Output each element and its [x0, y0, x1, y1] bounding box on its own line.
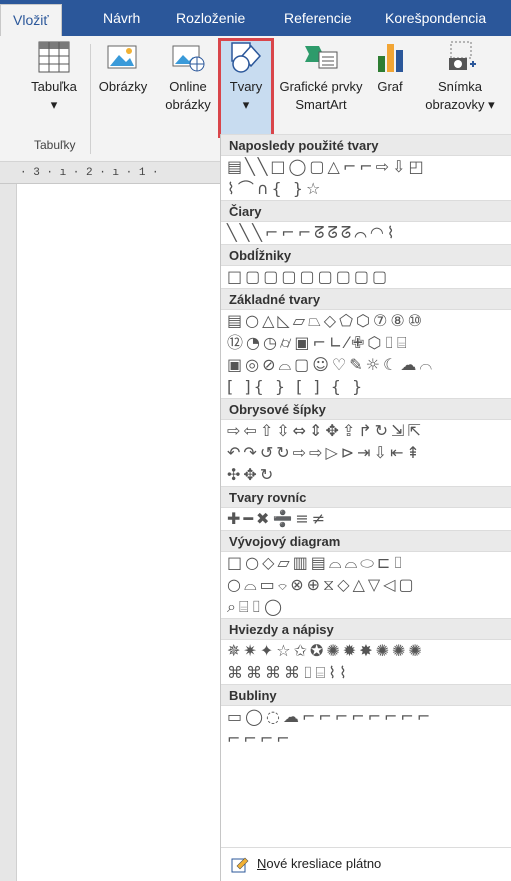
- shape-row[interactable]: ✵✷✦☆✩✪✺✹✸✺✺✺: [221, 640, 511, 662]
- shape-row[interactable]: ⌐⌐⌐⌐: [221, 728, 511, 750]
- shapes-dropdown: ▾: [242, 97, 250, 112]
- section-callouts: Bubliny: [221, 684, 511, 706]
- document-canvas: [0, 184, 220, 881]
- tab-navrh[interactable]: Návrh: [103, 0, 140, 36]
- drawing-canvas-icon: [231, 857, 249, 873]
- group-separator: [90, 44, 91, 154]
- picture-icon: [107, 45, 137, 69]
- horizontal-ruler: · 3 · ı · 2 · ı · 1 ·: [0, 162, 220, 184]
- screenshot-label: Snímka: [437, 79, 483, 94]
- screenshot-sub: obrazovky ▾: [425, 97, 495, 112]
- online-pictures-button[interactable]: Online obrázky: [158, 40, 218, 114]
- section-block-arrows: Obrysové šípky: [221, 398, 511, 420]
- shape-row[interactable]: ▤╲╲□◯▢△⌐⌐⇨⇩◰: [221, 156, 511, 178]
- document-page[interactable]: [16, 184, 220, 881]
- footer-label: ové kresliace plátno: [266, 856, 382, 871]
- group-label-tables: Tabuľky: [34, 138, 76, 152]
- screenshot-button[interactable]: Snímka obrazovky ▾: [418, 40, 502, 114]
- shape-row[interactable]: ⌕⌸⌷◯: [221, 596, 511, 618]
- shape-row[interactable]: □▢▢▢▢▢▢▢▢: [221, 266, 511, 288]
- section-equation-shapes: Tvary rovníc: [221, 486, 511, 508]
- shapes-button[interactable]: Tvary ▾: [221, 40, 271, 114]
- chart-label: Graf: [377, 79, 403, 94]
- shape-row[interactable]: □○◇▱▥▤⌓⌓⬭⊏⌷: [221, 552, 511, 574]
- tab-vlozit[interactable]: Vložiť: [0, 4, 62, 36]
- shape-row[interactable]: ▤○△◺▱⏢◇⬠⬡⑦⑧⑩: [221, 310, 511, 332]
- tab-referencie[interactable]: Referencie: [284, 0, 352, 36]
- ribbon-tab-bar: Vložiť Návrh Rozloženie Referencie Koreš…: [0, 0, 511, 36]
- smartart-sub: SmartArt: [295, 97, 347, 112]
- shape-row[interactable]: ▣◎⊘⌓▢☺♡✎☼☾☁⌒: [221, 354, 511, 376]
- chart-icon: [378, 44, 403, 72]
- footer-accesskey: N: [257, 856, 267, 871]
- table-icon: [38, 41, 70, 73]
- smartart-label: Grafické prvky: [279, 79, 363, 94]
- shape-row[interactable]: ✚━✖➗≡≠: [221, 508, 511, 530]
- shape-row[interactable]: ⌇⌒∩{ }☆: [221, 178, 511, 200]
- smartart-icon: [305, 46, 338, 69]
- shape-row[interactable]: ○⌓▭⌔⊗⊕⧖◇△▽◁▢: [221, 574, 511, 596]
- shapes-icon: [231, 42, 262, 73]
- new-drawing-canvas-item[interactable]: Nové kresliace plátno: [221, 847, 511, 881]
- shapes-label: Tvary: [229, 79, 263, 94]
- online-picture-icon: [172, 45, 205, 72]
- shapes-gallery: Naposledy použité tvary ▤╲╲□◯▢△⌐⌐⇨⇩◰ ⌇⌒∩…: [220, 134, 511, 881]
- shape-row[interactable]: [ ]{ } [ ] { }: [221, 376, 511, 398]
- section-rectangles: Obdĺžniky: [221, 244, 511, 266]
- shape-row[interactable]: ⇨⇦⇧⇳⇔⇕✥⇪↱↻⇲⇱: [221, 420, 511, 442]
- tab-rozlozenie[interactable]: Rozloženie: [176, 0, 245, 36]
- section-lines: Čiary: [221, 200, 511, 222]
- section-recent-shapes: Naposledy použité tvary: [221, 134, 511, 156]
- shape-row[interactable]: ⌘⌘⌘⌘⌷⌸⌇⌇: [221, 662, 511, 684]
- screenshot-icon: [449, 41, 476, 70]
- table-label: Tabuľka: [31, 79, 77, 94]
- section-flowchart: Vývojový diagram: [221, 530, 511, 552]
- pictures-label: Obrázky: [98, 79, 148, 94]
- shape-row[interactable]: ↶↷↺↻⇨⇨▷⊳⇥⇩⇤⇞: [221, 442, 511, 464]
- tab-korespondencia[interactable]: Korešpondencia: [385, 0, 486, 36]
- section-basic-shapes: Základné tvary: [221, 288, 511, 310]
- online-pictures-sub: obrázky: [165, 97, 211, 112]
- shape-row[interactable]: ⑫◔◷⌭▣⌐∟⁄✙⬡⌷⌸: [221, 332, 511, 354]
- chart-button[interactable]: Graf: [368, 40, 412, 96]
- smartart-button[interactable]: Grafické prvky SmartArt: [276, 40, 366, 114]
- table-dropdown: ▾: [50, 97, 58, 112]
- shape-row[interactable]: ╲╲╲⌐⌐⌐ᘔᘔᘔ⌒◠⌇: [221, 222, 511, 244]
- section-stars-banners: Hviezdy a nápisy: [221, 618, 511, 640]
- table-button[interactable]: Tabuľka ▾: [22, 40, 86, 114]
- shape-row[interactable]: ✣✥↻: [221, 464, 511, 486]
- online-pictures-label: Online: [169, 79, 207, 94]
- pictures-button[interactable]: Obrázky: [92, 40, 154, 96]
- shape-row[interactable]: ▭◯◌☁⌐⌐⌐⌐⌐⌐⌐⌐: [221, 706, 511, 728]
